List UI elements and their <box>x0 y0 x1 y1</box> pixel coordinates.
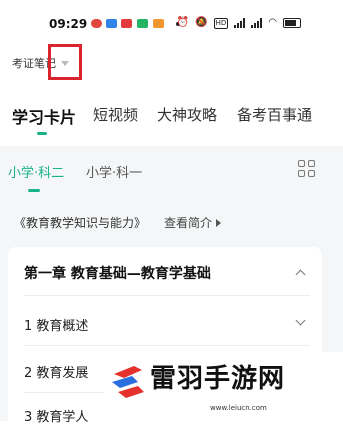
view-intro-label: 查看简介 <box>164 216 213 230</box>
app-icon-red-badge <box>121 19 132 28</box>
triangle-right-icon <box>216 218 222 227</box>
book-title: 《教育教学知识与能力》 <box>14 216 147 230</box>
view-intro-link[interactable]: 查看简介 <box>164 214 222 231</box>
tab-exam-faq[interactable]: 备考百事通 <box>237 104 312 125</box>
main-tab-indicator <box>37 132 47 135</box>
chapter-item[interactable]: 3 教育学人 <box>24 406 88 425</box>
subtab-primary-subject-1[interactable]: 小学·科一 <box>86 162 142 181</box>
divider <box>24 295 310 296</box>
wifi-icon: ◠ <box>268 17 277 28</box>
highlight-annotation-box <box>48 44 82 80</box>
grid-view-icon[interactable] <box>298 160 315 177</box>
status-bar: 09:29 ⏰ 🔕 HD ◠ <box>0 0 343 40</box>
status-time: 09:29 <box>49 17 88 31</box>
watermark-logo-icon <box>112 366 144 398</box>
app-icon-blue <box>106 19 117 28</box>
hd-icon: HD <box>213 17 229 29</box>
subtab-primary-subject-2[interactable]: 小学·科二 <box>8 162 64 181</box>
tab-guides[interactable]: 大神攻略 <box>157 104 217 125</box>
signal-icon-2 <box>251 18 263 28</box>
mute-icon: 🔕 <box>195 17 208 28</box>
chapter-item[interactable]: 2 教育发展 <box>24 362 88 381</box>
alarm-icon: ⏰ <box>176 17 190 28</box>
battery-icon <box>283 18 301 28</box>
app-icon-orange <box>153 19 164 28</box>
watermark-url: www.leiucn.com <box>210 404 267 412</box>
chapter-title[interactable]: 第一章 教育基础—教育学基础 <box>24 263 211 283</box>
main-tab-bar: 学习卡片 短视频 大神攻略 备考百事通 <box>0 100 343 140</box>
tab-study-cards[interactable]: 学习卡片 <box>12 104 76 128</box>
tab-short-video[interactable]: 短视频 <box>93 104 138 125</box>
app-icon-red-circle <box>91 19 102 28</box>
subtab-indicator <box>28 189 40 192</box>
status-right-icons: ⏰ 🔕 HD ◠ <box>177 16 301 30</box>
signal-icon <box>234 18 246 28</box>
chapter-item[interactable]: 1 教育概述 <box>24 315 88 334</box>
watermark-name: 雷羽手游网 <box>150 364 286 394</box>
app-icon-green <box>137 19 148 28</box>
divider <box>24 345 310 346</box>
